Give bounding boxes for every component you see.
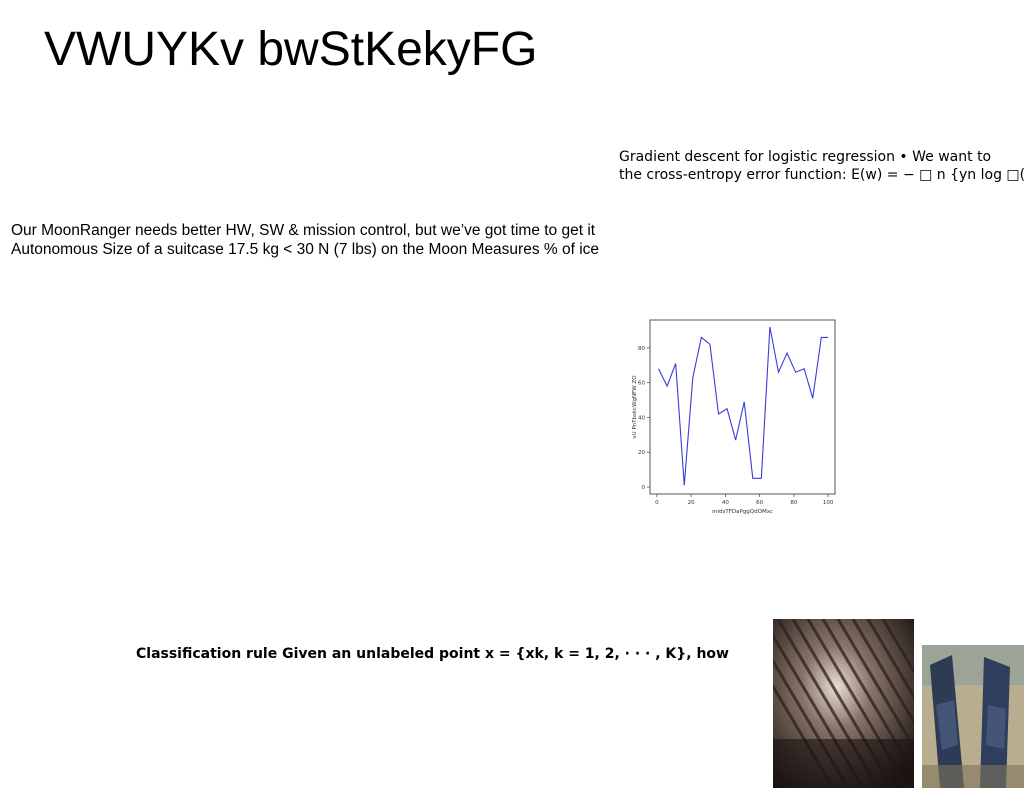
- x-tick-label: 60: [756, 500, 763, 506]
- series-line: [658, 326, 829, 486]
- y-tick-label: 0: [642, 485, 646, 491]
- moonranger-line-2: Autonomous Size of a suitcase 17.5 kg < …: [11, 241, 600, 258]
- x-tick-label: 100: [823, 500, 834, 506]
- y-tick-label: 80: [638, 346, 645, 352]
- classification-rule-text: Classification rule Given an unlabeled p…: [136, 646, 729, 662]
- moonranger-text: Our MoonRanger needs better HW, SW & mis…: [11, 221, 615, 259]
- gradient-descent-line-1: Gradient descent for logistic regression…: [619, 149, 992, 165]
- tunnel-photo-icon: [773, 619, 914, 788]
- x-tick-label: 80: [790, 500, 797, 506]
- line-chart-svg: 0 20 40 60 80 100 0 20 40 60 80 midsTFDaPggQdOMxc vU…: [632, 319, 836, 515]
- legs-in-water-photo: [922, 645, 1024, 788]
- tunnel-photo: [773, 619, 914, 788]
- y-tick-label: 40: [638, 415, 645, 421]
- y-axis-label: vU PnTbskcWgNFW ZO: [632, 375, 638, 439]
- gradient-descent-line-2: the cross-entropy error function: E(w) =…: [619, 167, 1024, 183]
- x-tick-label: 20: [688, 500, 695, 506]
- gradient-descent-text: Gradient descent for logistic regression…: [619, 148, 1024, 184]
- slide-title: VWUYKv bwStKekyFG: [44, 23, 538, 76]
- moonranger-line-1: Our MoonRanger needs better HW, SW & mis…: [11, 222, 596, 239]
- line-chart: 0 20 40 60 80 100 0 20 40 60 80 midsTFDaPggQdOMxc vU…: [628, 312, 843, 518]
- legs-in-water-photo-icon: [922, 645, 1024, 788]
- x-tick-label: 0: [655, 500, 659, 506]
- y-tick-label: 60: [638, 381, 645, 387]
- x-tick-label: 40: [722, 500, 729, 506]
- y-tick-label: 20: [638, 450, 645, 456]
- x-axis-label: midsTFDaPggQdOMxc: [712, 509, 773, 515]
